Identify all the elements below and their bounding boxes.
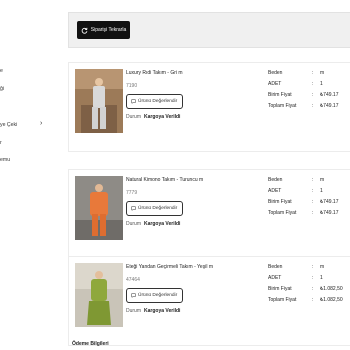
sidebar-item-2[interactable]: ği <box>0 86 4 92</box>
attr-key: Birim Fiyat <box>268 199 292 205</box>
status-badge: Kargoya Verildi <box>144 114 181 120</box>
refresh-icon <box>81 27 88 34</box>
attr-value: ₺749.17 <box>320 199 339 205</box>
sidebar-item-label: ye Çeki <box>0 122 18 128</box>
attr-unit-price: Birim Fiyat: ₺749.17 <box>268 199 350 210</box>
status-badge: Kargoya Verildi <box>144 221 181 227</box>
attr-sep: : <box>312 199 314 205</box>
attr-key: ADET <box>268 275 282 281</box>
status-label: Durum <box>126 114 142 120</box>
attr-sep: : <box>312 188 314 194</box>
rate-product-button[interactable]: Ürünü Değerlendir <box>126 288 183 303</box>
product-image[interactable] <box>75 176 123 240</box>
attr-sep: : <box>312 103 314 109</box>
product-code: 47464 <box>126 277 140 283</box>
status-row: Durum Kargoya Verildi <box>126 308 180 314</box>
attr-value: m <box>320 264 325 270</box>
status-row: Durum Kargoya Verildi <box>126 114 180 120</box>
sidebar-item-1[interactable]: e <box>0 68 3 74</box>
attr-value: 1 <box>320 275 323 281</box>
product-name[interactable]: Luxury Rıdi Takım - Gri m <box>126 70 183 76</box>
sidebar-item-label: emu <box>0 157 11 163</box>
attr-value: ₺1.082,50 <box>320 297 343 303</box>
attr-value: m <box>320 177 325 183</box>
rate-product-button[interactable]: Ürünü Değerlendir <box>126 94 183 109</box>
order-attributes: Beden: m ADET:1 Birim Fiyat: ₺1.082,50 Top… <box>268 264 350 308</box>
rate-product-label: Ürünü Değerlendir <box>138 99 178 104</box>
sidebar-item-3[interactable]: ye Çeki <box>0 122 17 128</box>
attr-qty: ADET:1 <box>268 275 350 286</box>
attr-key: Beden <box>268 70 283 76</box>
attr-size: Beden: m <box>268 264 350 275</box>
rate-product-label: Ürünü Değerlendir <box>138 293 178 298</box>
attr-total-price: Toplam Fiyat: ₺749.17 <box>268 103 350 114</box>
order-attributes: Beden: m ADET:1 Birim Fiyat: ₺749.17 Topla… <box>268 177 350 221</box>
attr-value: 1 <box>320 81 323 87</box>
attr-sep: : <box>312 275 314 281</box>
attr-sep: : <box>312 210 314 216</box>
sidebar-item-5[interactable]: emu <box>0 157 10 163</box>
attr-key: Beden <box>268 264 283 270</box>
product-image[interactable] <box>75 69 123 133</box>
attr-key: ADET <box>268 81 282 87</box>
attr-size: Beden: m <box>268 70 350 81</box>
attr-key: Birim Fiyat <box>268 92 292 98</box>
attr-key: Toplam Fiyat <box>268 210 297 216</box>
status-label: Durum <box>126 221 142 227</box>
attr-total-price: Toplam Fiyat: ₺749.17 <box>268 210 350 221</box>
attr-key: Toplam Fiyat <box>268 297 297 303</box>
attr-total-price: Toplam Fiyat: ₺1.082,50 <box>268 297 350 308</box>
status-label: Durum <box>126 308 142 314</box>
attr-sep: : <box>312 264 314 270</box>
attr-unit-price: Birim Fiyat: ₺1.082,50 <box>268 286 350 297</box>
order-detail: Siparişi Tekrarla Luxury Rıdi Takım - Gr… <box>68 0 350 350</box>
attr-value: ₺749.17 <box>320 92 339 98</box>
order-item-card: Luxury Rıdi Takım - Gri m 7190 Ürünü Değ… <box>68 62 350 152</box>
comment-icon <box>131 99 136 104</box>
attr-key: ADET <box>268 188 282 194</box>
attr-sep: : <box>312 81 314 87</box>
attr-size: Beden: m <box>268 177 350 188</box>
order-item-card: Eteği Yandan Geçirmeli Takım - Yeşil m 4… <box>68 256 350 346</box>
order-actions-bar: Siparişi Tekrarla <box>68 12 350 48</box>
rate-product-label: Ürünü Değerlendir <box>138 206 178 211</box>
status-row: Durum Kargoya Verildi <box>126 221 180 227</box>
status-badge: Kargoya Verildi <box>144 308 181 314</box>
attr-sep: : <box>312 70 314 76</box>
attr-unit-price: Birim Fiyat: ₺749.17 <box>268 92 350 103</box>
attr-value: ₺1.082,50 <box>320 286 343 292</box>
attr-value: 1 <box>320 188 323 194</box>
payment-info-title: Ödeme Bilgileri <box>72 341 109 347</box>
attr-key: Birim Fiyat <box>268 286 292 292</box>
attr-qty: ADET:1 <box>268 81 350 92</box>
attr-key: Beden <box>268 177 283 183</box>
sidebar-item-label: e <box>0 68 3 74</box>
product-name[interactable]: Natural Kimono Takım - Turuncu m <box>126 177 203 183</box>
reorder-label: Siparişi Tekrarla <box>90 27 127 33</box>
product-name[interactable]: Eteği Yandan Geçirmeli Takım - Yeşil m <box>126 264 213 270</box>
attr-value: ₺749.17 <box>320 210 339 216</box>
chevron-right-icon: › <box>40 120 43 127</box>
sidebar-item-label: r <box>0 140 2 146</box>
sidebar-item-4[interactable]: r <box>0 140 2 146</box>
attr-sep: : <box>312 286 314 292</box>
product-image[interactable] <box>75 263 123 327</box>
attr-key: Toplam Fiyat <box>268 103 297 109</box>
attr-value: m <box>320 70 325 76</box>
comment-icon <box>131 206 136 211</box>
attr-sep: : <box>312 92 314 98</box>
reorder-button[interactable]: Siparişi Tekrarla <box>77 21 130 39</box>
attr-sep: : <box>312 177 314 183</box>
order-item-card: Natural Kimono Takım - Turuncu m 7779 Ür… <box>68 169 350 259</box>
attr-sep: : <box>312 297 314 303</box>
attr-qty: ADET:1 <box>268 188 350 199</box>
rate-product-button[interactable]: Ürünü Değerlendir <box>126 201 183 216</box>
sidebar-item-label: ği <box>0 86 5 92</box>
product-code: 7779 <box>126 190 138 196</box>
order-attributes: Beden: m ADET:1 Birim Fiyat: ₺749.17 Topla… <box>268 70 350 114</box>
attr-value: ₺749.17 <box>320 103 339 109</box>
comment-icon <box>131 293 136 298</box>
sidebar: e ği ye Çeki › r emu <box>0 0 62 350</box>
product-code: 7190 <box>126 83 138 89</box>
